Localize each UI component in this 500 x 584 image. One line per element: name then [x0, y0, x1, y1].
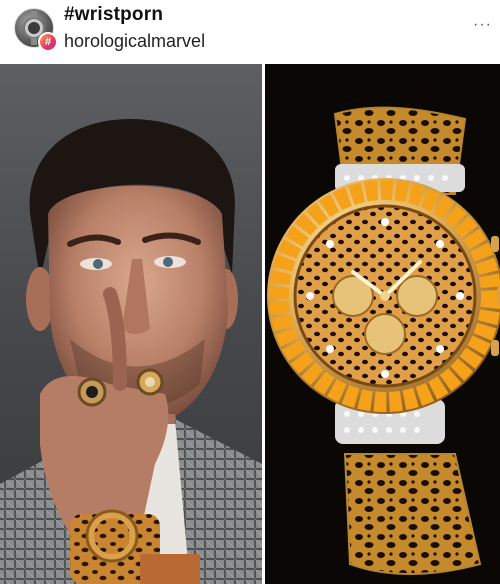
- portrait-illustration: [0, 119, 262, 584]
- post-hashtag-title[interactable]: #wristporn: [64, 4, 163, 26]
- portrait-photo: [0, 64, 262, 584]
- post-header: # #wristporn horologicalmarvel ···: [0, 0, 500, 64]
- watch-illustration: [267, 106, 500, 575]
- hashtag-badge: #: [38, 32, 58, 52]
- avatar-container[interactable]: #: [14, 8, 58, 52]
- watch-photo: [265, 64, 500, 584]
- more-options-icon[interactable]: ···: [473, 16, 492, 34]
- post-username[interactable]: horologicalmarvel: [64, 31, 205, 52]
- post-image-collage[interactable]: [0, 64, 500, 584]
